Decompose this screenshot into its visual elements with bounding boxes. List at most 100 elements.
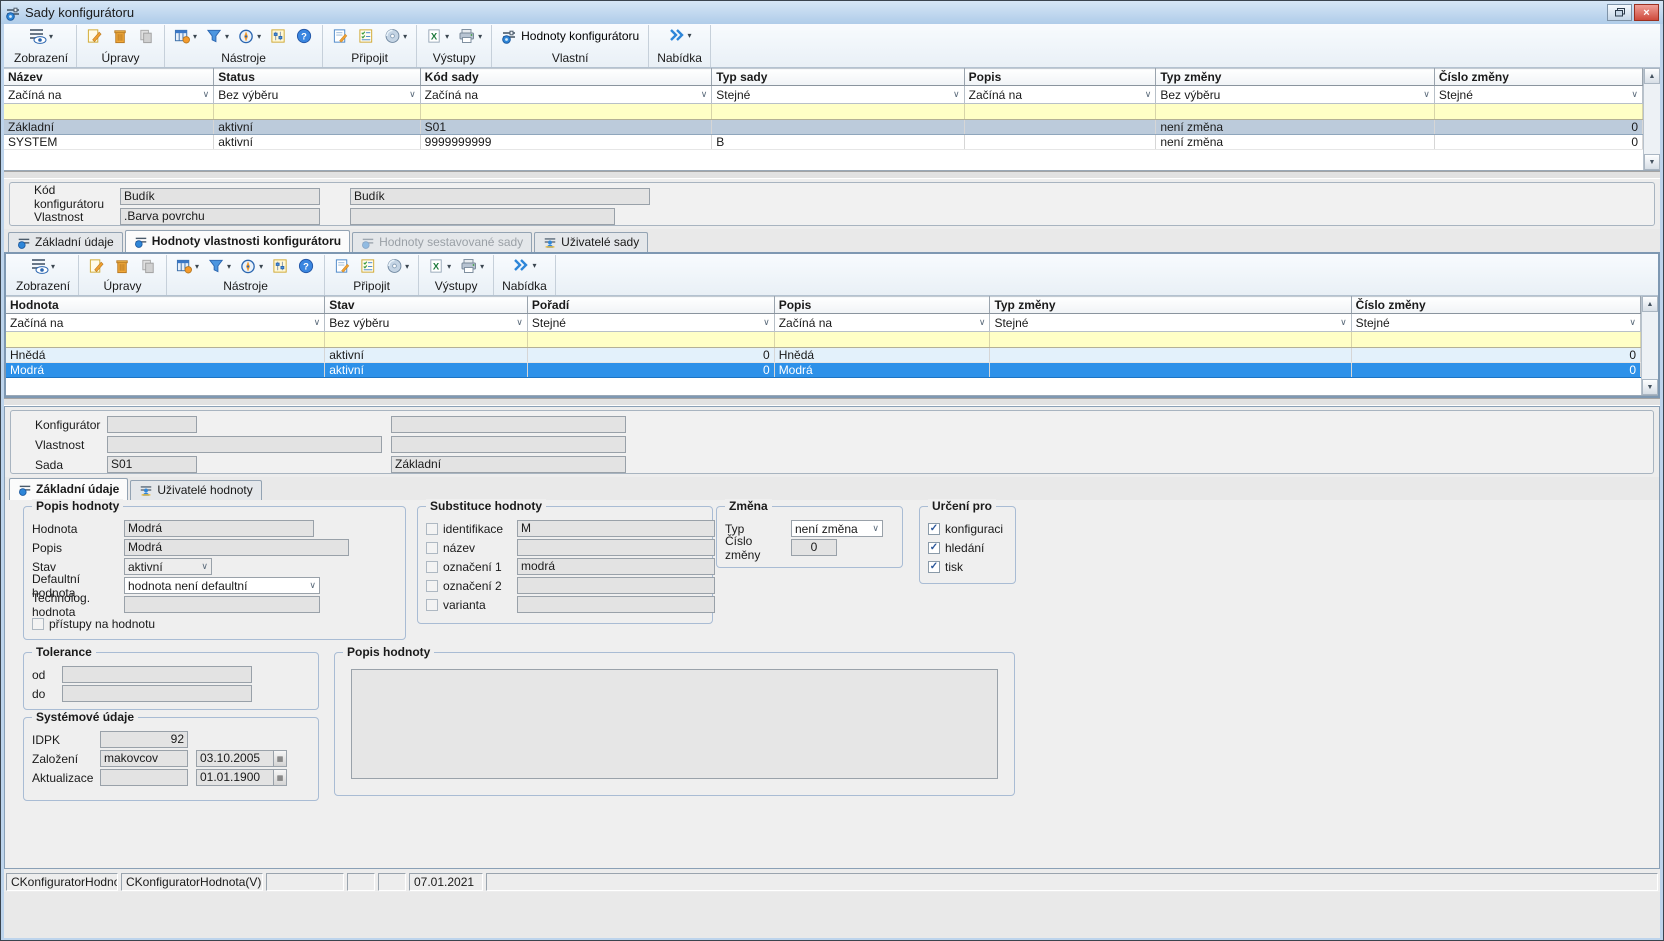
excel-export-button[interactable]: X▾ [427, 257, 452, 275]
filter-dropdown[interactable]: Začíná na∨ [6, 314, 324, 331]
change-type-dropdown[interactable]: není změna∨ [791, 520, 883, 537]
column-header[interactable]: Číslo změny [1351, 297, 1640, 314]
filter-dropdown[interactable]: Stejné∨ [712, 86, 963, 103]
value-access-checkbox[interactable] [32, 618, 44, 630]
help-button[interactable]: ? [297, 257, 316, 275]
filter-dropdown[interactable]: Začíná na∨ [965, 86, 1156, 103]
filter-input[interactable] [774, 332, 990, 348]
column-header[interactable]: Popis [964, 69, 1156, 86]
splitter[interactable] [4, 398, 1660, 406]
settings-button[interactable] [271, 257, 290, 275]
identification-checkbox[interactable] [426, 523, 438, 535]
scroll-down-icon[interactable]: ▼ [1642, 379, 1658, 395]
value-description-textarea[interactable] [351, 669, 998, 779]
calendar-button[interactable]: ▦ [274, 769, 287, 786]
state-dropdown[interactable]: aktivní∨ [124, 558, 212, 575]
column-header[interactable]: Popis [774, 297, 990, 314]
checklist-button[interactable] [357, 27, 376, 45]
column-header[interactable]: Hodnota [6, 297, 325, 314]
table-row[interactable]: SYSTEMaktivní 9999999999B není změna 0 [4, 135, 1643, 150]
name-checkbox[interactable] [426, 542, 438, 554]
edit-button[interactable] [87, 257, 106, 275]
copy-button[interactable] [139, 257, 158, 275]
filter-input[interactable] [214, 104, 420, 120]
attach-note-button[interactable] [333, 257, 352, 275]
view-button[interactable]: ▾ [30, 257, 56, 275]
configurator-values-button[interactable]: Hodnoty konfigurátoru [500, 27, 640, 45]
filter-input[interactable] [1156, 104, 1435, 120]
filter-dropdown[interactable]: Stejné∨ [990, 314, 1350, 331]
excel-export-button[interactable]: X▾ [425, 27, 450, 45]
filter-dropdown[interactable]: Začíná na∨ [775, 314, 990, 331]
filter-input[interactable] [1434, 104, 1642, 120]
delete-button[interactable] [113, 257, 132, 275]
tab-uzivatele-sady[interactable]: Uživatelé sady [534, 232, 648, 252]
filter-input[interactable] [990, 332, 1351, 348]
filter-button[interactable]: ▾ [205, 27, 230, 45]
filter-input[interactable] [1351, 332, 1640, 348]
print-button[interactable]: ▾ [459, 257, 485, 275]
filter-dropdown[interactable]: Stejné∨ [528, 314, 774, 331]
tab-zakladni-udaje-detail[interactable]: Základní údaje [9, 478, 128, 500]
settings-button[interactable] [269, 27, 288, 45]
tab-hodnoty-vlastnosti[interactable]: Hodnoty vlastnosti konfigurátoru [125, 230, 350, 252]
column-header[interactable]: Název [4, 69, 214, 86]
table-row[interactable]: Základníaktivní S01 není změna 0 [4, 120, 1643, 135]
filter-dropdown[interactable]: Bez výběru∨ [214, 86, 419, 103]
close-button[interactable]: × [1634, 4, 1659, 21]
restore-button[interactable] [1607, 4, 1632, 21]
attach-note-button[interactable] [331, 27, 350, 45]
filter-input[interactable] [527, 332, 774, 348]
designation2-checkbox[interactable] [426, 580, 438, 592]
filter-input[interactable] [712, 104, 964, 120]
navigate-button[interactable]: ▾ [237, 27, 262, 45]
filter-input[interactable] [964, 104, 1156, 120]
navigate-button[interactable]: ▾ [239, 257, 264, 275]
media-button[interactable]: ▾ [385, 257, 410, 275]
filter-input[interactable] [4, 104, 214, 120]
checklist-button[interactable] [359, 257, 378, 275]
column-header[interactable]: Kód sady [420, 69, 712, 86]
filter-input[interactable] [420, 104, 712, 120]
tab-zakladni-udaje[interactable]: Základní údaje [8, 232, 123, 252]
configuration-checkbox[interactable] [928, 523, 940, 535]
tools-button[interactable]: ▾ [175, 257, 200, 275]
column-header[interactable]: Stav [325, 297, 528, 314]
filter-dropdown[interactable]: Stejné∨ [1352, 314, 1640, 331]
calendar-button[interactable]: ▦ [274, 750, 287, 767]
delete-button[interactable] [111, 27, 130, 45]
splitter[interactable] [4, 171, 1660, 179]
vertical-scrollbar[interactable]: ▲ ▼ [1641, 296, 1658, 395]
filter-dropdown[interactable]: Začíná na∨ [421, 86, 712, 103]
filter-input[interactable] [325, 332, 528, 348]
column-header[interactable]: Status [214, 69, 420, 86]
tools-button[interactable]: ▾ [173, 27, 198, 45]
menu-button[interactable]: ▾ [667, 27, 693, 43]
menu-button[interactable]: ▾ [511, 257, 537, 273]
column-header[interactable]: Typ změny [1156, 69, 1435, 86]
scroll-down-icon[interactable]: ▼ [1644, 154, 1660, 170]
copy-button[interactable] [137, 27, 156, 45]
default-value-dropdown[interactable]: hodnota není defaultní∨ [124, 577, 320, 594]
filter-dropdown[interactable]: Stejné∨ [1435, 86, 1642, 103]
help-button[interactable]: ? [295, 27, 314, 45]
tab-uzivatele-hodnoty[interactable]: Uživatelé hodnoty [130, 480, 261, 500]
variant-checkbox[interactable] [426, 599, 438, 611]
column-header[interactable]: Typ změny [990, 297, 1351, 314]
edit-button[interactable] [85, 27, 104, 45]
scroll-up-icon[interactable]: ▲ [1642, 296, 1658, 312]
table-row-selected[interactable]: Modráaktivní 0Modrá 0 [6, 363, 1641, 378]
print-button[interactable]: ▾ [457, 27, 483, 45]
column-header[interactable]: Pořadí [527, 297, 774, 314]
search-checkbox[interactable] [928, 542, 940, 554]
column-header[interactable]: Číslo změny [1434, 69, 1642, 86]
table-row[interactable]: Hnědáaktivní 0Hnědá 0 [6, 348, 1641, 363]
filter-dropdown[interactable]: Začíná na∨ [4, 86, 213, 103]
print-checkbox[interactable] [928, 561, 940, 573]
filter-input[interactable] [6, 332, 325, 348]
filter-button[interactable]: ▾ [207, 257, 232, 275]
scroll-up-icon[interactable]: ▲ [1644, 68, 1660, 84]
vertical-scrollbar[interactable]: ▲ ▼ [1643, 68, 1660, 170]
view-button[interactable]: ▾ [28, 27, 54, 45]
designation1-checkbox[interactable] [426, 561, 438, 573]
